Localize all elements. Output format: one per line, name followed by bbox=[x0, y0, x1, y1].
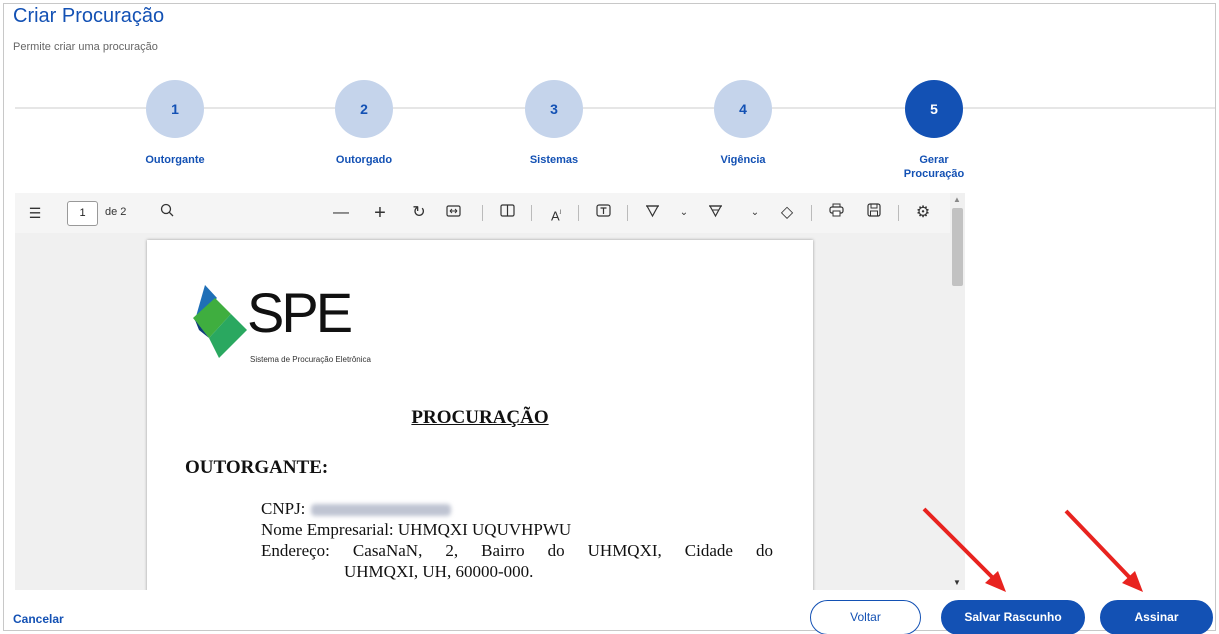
eraser-icon[interactable]: ◇ bbox=[777, 203, 797, 223]
address-line-2: UHMQXI, UH, 60000-000. bbox=[344, 562, 534, 581]
fit-width-icon[interactable] bbox=[443, 203, 463, 223]
step-4-label: Vigência bbox=[720, 154, 766, 166]
sign-button[interactable]: Assinar bbox=[1100, 600, 1213, 634]
chevron-down-icon[interactable]: ⌄ bbox=[677, 203, 691, 223]
step-5[interactable]: 5 Gerar Procuração bbox=[869, 80, 999, 181]
page-number-input[interactable]: 1 bbox=[67, 201, 98, 226]
search-icon[interactable] bbox=[157, 203, 177, 223]
back-button[interactable]: Voltar bbox=[810, 600, 921, 634]
scroll-up-icon[interactable]: ▲ bbox=[953, 195, 961, 204]
print-icon[interactable] bbox=[826, 203, 846, 223]
save-draft-button[interactable]: Salvar Rascunho bbox=[941, 600, 1085, 634]
cnpj-line: CNPJ: bbox=[261, 499, 452, 519]
step-5-number: 5 bbox=[905, 80, 963, 138]
logo-subtitle: Sistema de Procuração Eletrônica bbox=[250, 355, 371, 364]
zoom-in-icon[interactable]: + bbox=[370, 203, 390, 223]
rotate-icon[interactable]: ↻ bbox=[409, 203, 429, 223]
toolbar-divider bbox=[482, 205, 483, 221]
document-heading: PROCURAÇÃO bbox=[411, 407, 549, 428]
company-name-line: Nome Empresarial: UHMQXI UQUVHPWU bbox=[261, 520, 572, 539]
cnpj-label: CNPJ: bbox=[261, 499, 306, 518]
step-1[interactable]: 1 Outorgante bbox=[110, 80, 240, 167]
save-icon[interactable] bbox=[864, 203, 884, 223]
viewer-scrollbar[interactable]: ▲ ▼ bbox=[950, 193, 965, 590]
text-icon[interactable] bbox=[593, 203, 613, 223]
chevron-down-icon[interactable]: ⌄ bbox=[748, 203, 762, 223]
read-aloud-icon[interactable]: Aʲ bbox=[545, 203, 567, 223]
pdf-viewer: ☰ 1 de 2 — + ↻ Aʲ ⌄ ⌄ ◇ ⚙ ▲ ▼ SPE Sistem… bbox=[15, 193, 965, 590]
toolbar-divider bbox=[531, 205, 532, 221]
step-2-number: 2 bbox=[335, 80, 393, 138]
draw-icon[interactable] bbox=[642, 203, 662, 223]
step-5-label: Gerar Procuração bbox=[903, 154, 965, 180]
step-3-label: Sistemas bbox=[529, 154, 579, 166]
toolbar-divider bbox=[898, 205, 899, 221]
highlight-icon[interactable] bbox=[705, 203, 725, 223]
pdf-toolbar: ☰ 1 de 2 — + ↻ Aʲ ⌄ ⌄ ◇ ⚙ bbox=[15, 193, 950, 233]
document-page: SPE Sistema de Procuração Eletrônica PRO… bbox=[147, 240, 813, 590]
step-3-number: 3 bbox=[525, 80, 583, 138]
address-line-1: Endereço: CasaNaN, 2, Bairro do UHMQXI, … bbox=[261, 541, 773, 560]
step-3[interactable]: 3 Sistemas bbox=[489, 80, 619, 167]
logo-text: SPE bbox=[247, 281, 353, 344]
step-1-label: Outorgante bbox=[145, 154, 205, 166]
spe-logo-icon bbox=[193, 285, 247, 358]
step-4-number: 4 bbox=[714, 80, 772, 138]
toolbar-divider bbox=[811, 205, 812, 221]
step-2-label: Outorgado bbox=[335, 154, 393, 166]
page-view-icon[interactable] bbox=[497, 203, 517, 223]
toolbar-divider bbox=[627, 205, 628, 221]
step-1-number: 1 bbox=[146, 80, 204, 138]
step-4[interactable]: 4 Vigência bbox=[678, 80, 808, 167]
scroll-thumb[interactable] bbox=[952, 208, 963, 286]
settings-icon[interactable]: ⚙ bbox=[913, 203, 933, 223]
contents-icon[interactable]: ☰ bbox=[25, 203, 45, 223]
cnpj-redacted-value bbox=[311, 504, 452, 517]
step-2[interactable]: 2 Outorgado bbox=[299, 80, 429, 167]
zoom-out-icon[interactable]: — bbox=[331, 203, 351, 223]
document-section-title: OUTORGANTE: bbox=[185, 457, 329, 478]
page-title: Criar Procuração bbox=[13, 5, 165, 27]
toolbar-divider bbox=[578, 205, 579, 221]
scroll-down-icon[interactable]: ▼ bbox=[953, 578, 961, 587]
cancel-link[interactable]: Cancelar bbox=[13, 612, 64, 626]
page-subtitle: Permite criar uma procuração bbox=[13, 41, 158, 53]
page-count: de 2 bbox=[105, 206, 127, 218]
